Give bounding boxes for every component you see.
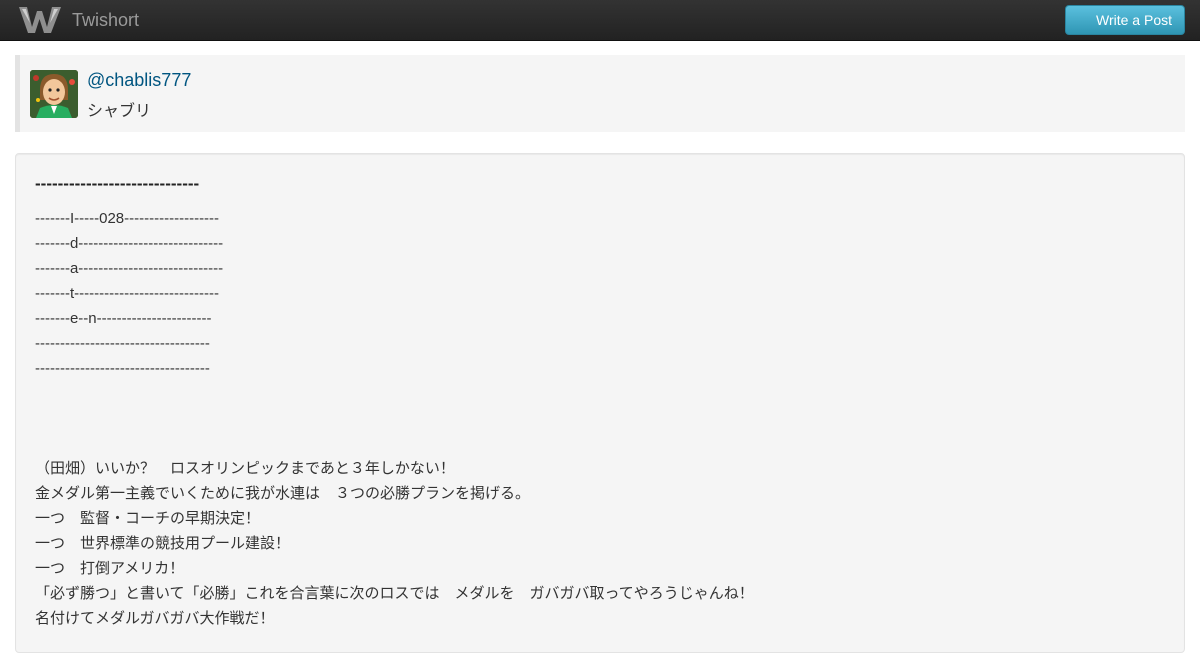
user-avatar[interactable] xyxy=(30,70,78,118)
profile-panel: @chablis777 シャブリ xyxy=(15,55,1185,132)
post-line: 一つ 監督・コーチの早期決定！ xyxy=(35,510,261,527)
post-line: -------a----------------------------- xyxy=(35,260,224,277)
post-line: ----------------------------------- xyxy=(35,360,210,377)
post-title: ----------------------------- xyxy=(35,174,200,193)
post-body: -------I-----028------------------- ----… xyxy=(35,206,1155,631)
post-line: -------d----------------------------- xyxy=(35,235,224,252)
post-line: 「必ず勝つ」と書いて「必勝」これを合言葉に次のロスでは メダルを ガバガバ取って… xyxy=(35,585,754,602)
user-handle-link[interactable]: @chablis777 xyxy=(87,70,191,91)
post-line: ----------------------------------- xyxy=(35,335,210,352)
twishort-logo-icon xyxy=(19,7,61,33)
post-line: 一つ 打倒アメリカ！ xyxy=(35,560,185,577)
post-line: （田畑）いいか？ ロスオリンピックまであと３年しかない！ xyxy=(35,460,455,477)
post-panel: ----------------------------- -------I--… xyxy=(15,153,1185,653)
post-line: 一つ 世界標準の競技用プール建設！ xyxy=(35,535,291,552)
brand-name: Twishort xyxy=(72,9,140,30)
post-line: -------t----------------------------- xyxy=(35,285,219,302)
post-line: -------e--n----------------------- xyxy=(35,310,212,327)
post-line: -------I-----028------------------- xyxy=(35,210,220,227)
post-line xyxy=(35,406,1155,431)
avatar-image xyxy=(30,70,78,118)
write-post-button[interactable]: Write a Post xyxy=(1065,5,1185,35)
post-line: 金メダル第一主義でいくために我が水連は ３つの必勝プランを掲げる。 xyxy=(35,485,531,502)
post-line: 名付けてメダルガバガバ大作戦だ！ xyxy=(35,610,275,627)
post-line xyxy=(35,381,1155,406)
brand-link[interactable]: Twishort xyxy=(18,4,139,36)
post-line xyxy=(35,431,1155,456)
top-navbar: Twishort Write a Post xyxy=(0,0,1200,41)
user-display-name: シャブリ xyxy=(87,101,152,120)
